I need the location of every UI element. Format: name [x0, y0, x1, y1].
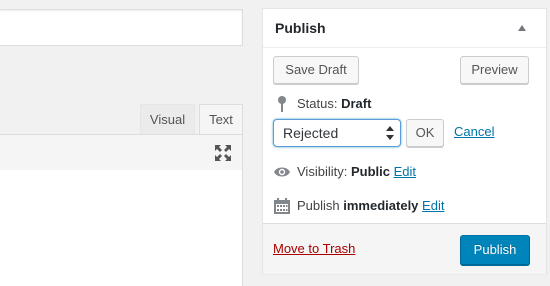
visibility-edit-link[interactable]: Edit — [394, 164, 416, 179]
tab-text[interactable]: Text — [199, 104, 243, 134]
editor-toolbar — [0, 134, 243, 171]
calendar-icon — [274, 198, 290, 214]
status-select-value: Rejected — [283, 125, 339, 141]
eye-icon — [274, 167, 290, 177]
schedule-value: immediately — [343, 198, 419, 213]
fullscreen-icon[interactable] — [214, 144, 232, 162]
status-cancel-link[interactable]: Cancel — [454, 124, 494, 139]
visibility-label: Visibility: — [297, 164, 348, 179]
status-value: Draft — [341, 96, 372, 111]
status-text: Status: Draft — [297, 94, 371, 114]
move-to-trash-link[interactable]: Move to Trash — [273, 241, 355, 256]
visibility-text: Visibility: Public Edit — [297, 162, 416, 182]
publish-box-title: Publish — [275, 20, 326, 36]
preview-button[interactable]: Preview — [460, 56, 529, 84]
publish-box: Publish Save Draft Preview Status: Draft… — [262, 8, 547, 274]
collapse-toggle-icon[interactable] — [518, 25, 526, 31]
pin-icon — [278, 96, 286, 112]
tab-visual[interactable]: Visual — [140, 104, 195, 134]
status-label: Status: — [297, 96, 338, 111]
select-arrows-icon — [386, 126, 394, 140]
publish-box-header[interactable]: Publish — [263, 9, 546, 48]
schedule-edit-link[interactable]: Edit — [422, 198, 444, 213]
editor-tabs: Visual Text — [0, 104, 243, 134]
status-select[interactable]: Rejected — [273, 119, 401, 147]
schedule-text: Publish immediately Edit — [297, 196, 444, 216]
status-ok-button[interactable]: OK — [406, 119, 444, 147]
major-publishing-actions: Move to Trash Publish — [263, 223, 546, 274]
save-draft-button[interactable]: Save Draft — [273, 56, 359, 84]
editor-content-area[interactable] — [0, 170, 243, 286]
post-title-input[interactable] — [0, 9, 243, 46]
visibility-value: Public — [350, 164, 390, 179]
schedule-label: Publish — [297, 198, 340, 213]
publish-button[interactable]: Publish — [460, 235, 530, 265]
